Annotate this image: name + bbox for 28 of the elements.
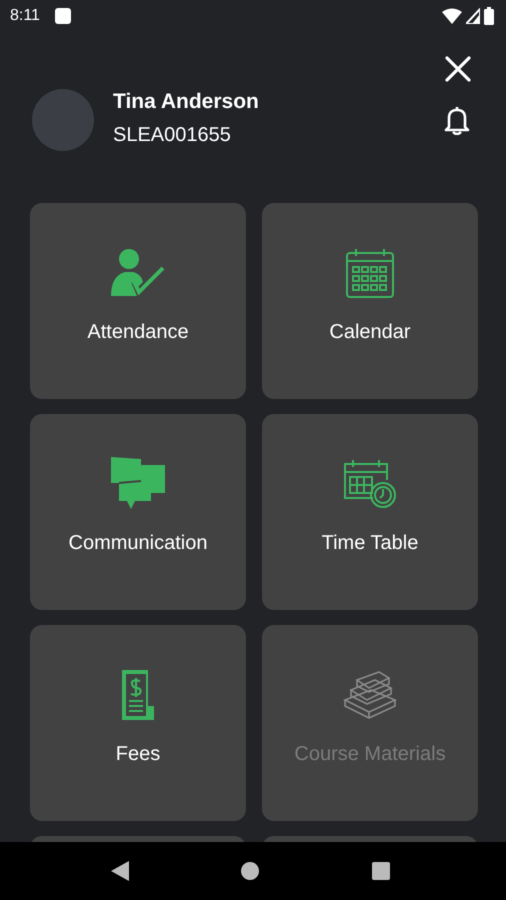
user-id: SLEA001655 <box>113 124 232 146</box>
menu-tile[interactable]: Attendance <box>30 203 246 399</box>
menu-tile[interactable]: Time Table <box>262 414 478 610</box>
receipt-icon <box>120 668 156 722</box>
home-button[interactable] <box>240 861 260 881</box>
calendar-icon <box>345 246 395 300</box>
user-name: Tina Anderson <box>113 90 260 114</box>
back-button[interactable] <box>110 861 128 881</box>
menu-tile[interactable]: Communication <box>30 414 246 610</box>
tile-label: Communication <box>68 532 208 555</box>
close-button[interactable] <box>445 56 471 82</box>
tile-label: Fees <box>116 743 160 766</box>
notifications-button[interactable] <box>444 105 470 135</box>
calendar-clock-icon <box>343 457 397 511</box>
battery-icon <box>484 7 494 25</box>
recents-button[interactable] <box>370 861 390 881</box>
signal-icon <box>466 8 480 24</box>
menu-tile[interactable]: Fees <box>30 625 246 821</box>
chat-bubbles-icon <box>111 457 165 511</box>
tile-label: Course Materials <box>294 743 446 766</box>
wifi-icon <box>442 8 462 24</box>
tile-label: Time Table <box>322 532 418 555</box>
tile-label: Attendance <box>87 321 189 344</box>
menu-tile[interactable]: Calendar <box>262 203 478 399</box>
tile-label: Calendar <box>329 321 411 344</box>
notification-icon <box>54 7 72 25</box>
status-time: 8:11 <box>10 7 40 25</box>
books-icon <box>343 668 397 722</box>
